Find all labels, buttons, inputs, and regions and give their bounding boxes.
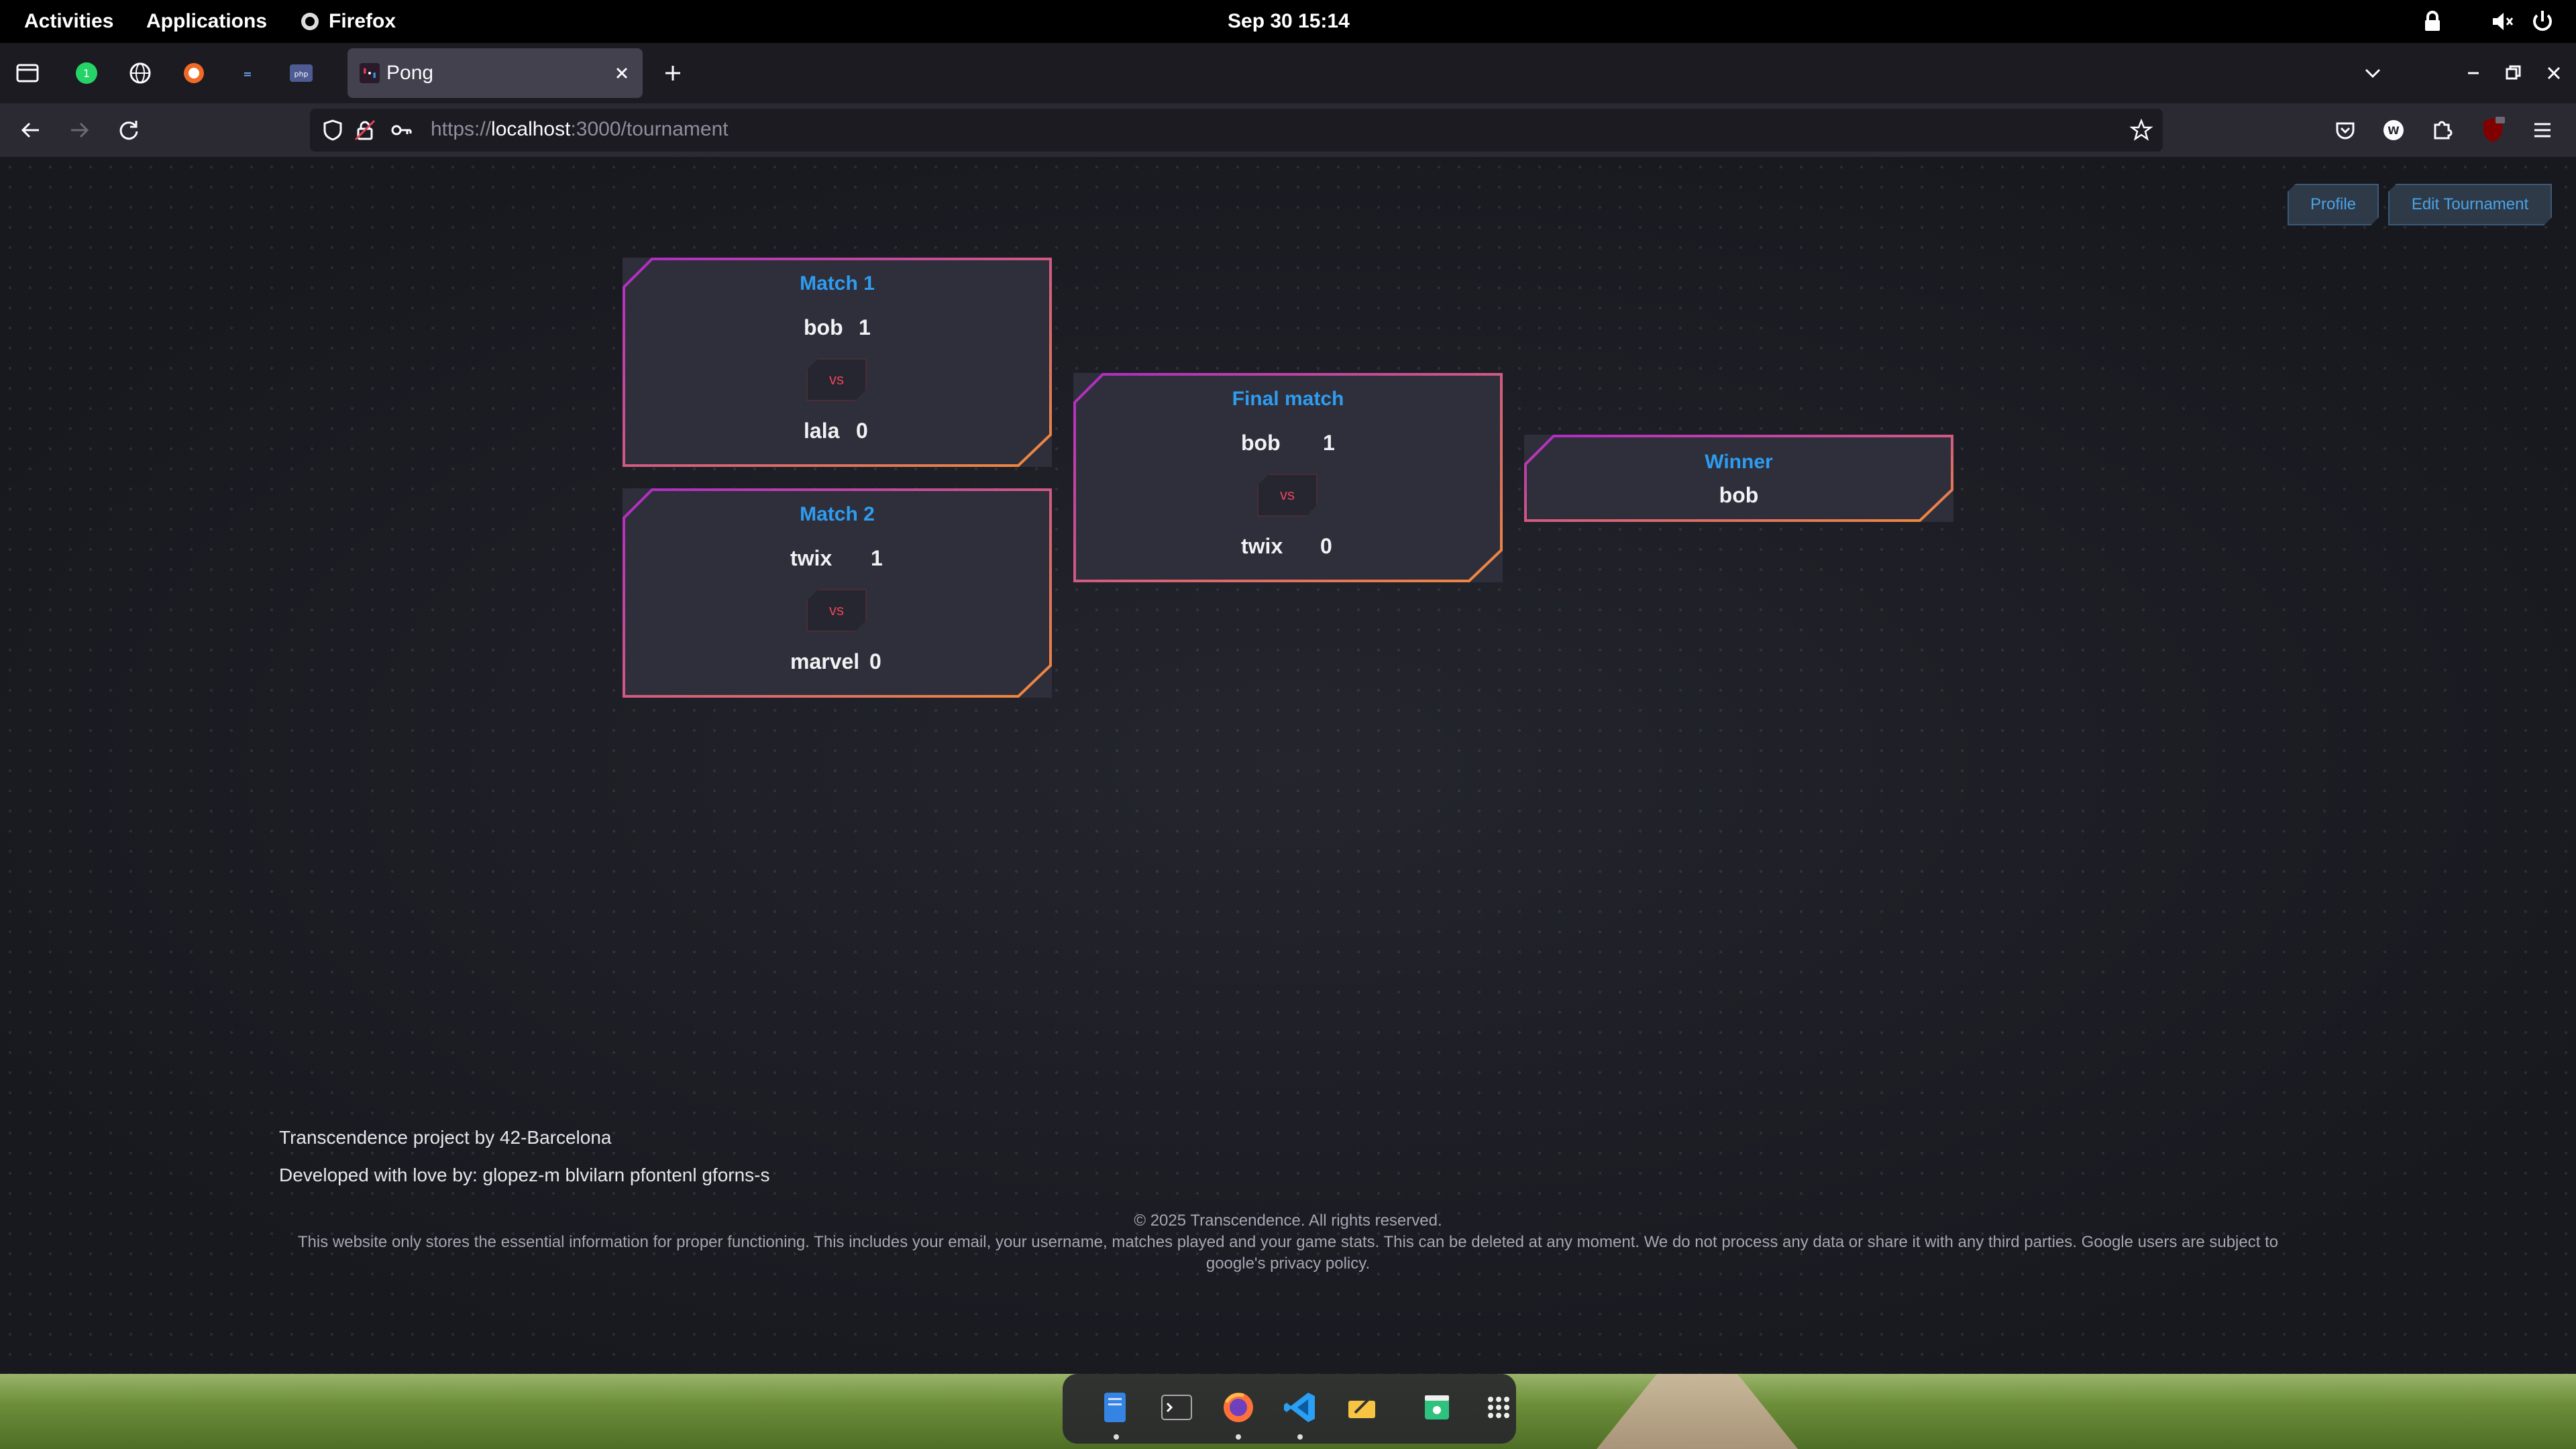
footer-privacy-line-2[interactable]: google's privacy policy. xyxy=(295,1253,2281,1275)
hamburger-menu-icon[interactable] xyxy=(2526,114,2559,146)
final-player-1-score: 1 xyxy=(1323,431,1335,455)
firefox-running-dot xyxy=(1236,1434,1241,1440)
match-2-player-1-score: 1 xyxy=(871,546,883,570)
app-menu-firefox[interactable]: Firefox xyxy=(329,0,396,43)
profile-button[interactable]: Profile xyxy=(2288,184,2379,225)
lock-icon[interactable] xyxy=(2419,8,2446,35)
pocket-icon[interactable] xyxy=(2329,114,2361,146)
footer-copyright: © 2025 Transcendence. All rights reserve… xyxy=(1134,1212,1442,1230)
match-1-vs-badge: vs xyxy=(806,358,867,401)
final-match-card: Final match bob 1 vs twix 0 xyxy=(1073,373,1503,582)
power-icon[interactable] xyxy=(2529,8,2556,35)
final-player-2-name: twix xyxy=(1241,534,1283,558)
winner-title: Winner xyxy=(1705,451,1773,473)
match-2-title: Match 2 xyxy=(800,503,875,525)
svg-text:W: W xyxy=(2387,124,2400,137)
final-vs-badge: vs xyxy=(1257,474,1318,517)
pinned-tab-whatsapp-icon[interactable]: 1 xyxy=(70,56,103,90)
close-window-icon[interactable] xyxy=(2537,56,2571,90)
tournament-page: Profile Edit Tournament Match 1 bob 1 vs… xyxy=(0,157,2576,1374)
final-player-1-name: bob xyxy=(1241,431,1281,455)
footer-privacy-line-1: This website only stores the essential i… xyxy=(297,1233,2279,1251)
pinned-tab-globe-icon[interactable] xyxy=(123,56,157,90)
edit-tournament-button[interactable]: Edit Tournament xyxy=(2388,184,2552,225)
extensions-puzzle-icon[interactable] xyxy=(2426,114,2458,146)
match-2-player-1-name: twix xyxy=(790,546,833,570)
firefox-app-icon[interactable] xyxy=(1218,1387,1258,1428)
bookmark-star-icon[interactable] xyxy=(2129,118,2153,142)
forward-arrow-icon[interactable] xyxy=(63,114,95,146)
reload-icon[interactable] xyxy=(113,114,145,146)
pong-favicon-icon xyxy=(360,63,380,83)
back-arrow-icon[interactable] xyxy=(15,114,47,146)
ublock-origin-icon[interactable] xyxy=(2477,114,2509,146)
card-border xyxy=(1524,435,1953,522)
svg-text:1: 1 xyxy=(83,67,90,80)
text-editor-app-icon[interactable] xyxy=(1342,1387,1382,1428)
new-tab-plus-icon[interactable] xyxy=(656,56,690,90)
firefox-view-icon[interactable] xyxy=(11,56,44,90)
files-app-icon[interactable] xyxy=(1095,1387,1135,1428)
winner-name: bob xyxy=(1719,483,1759,507)
url-text[interactable]: https://localhost:3000/tournament xyxy=(431,118,729,141)
match-2-player-2-score: 0 xyxy=(869,649,881,674)
match-1-player-1-name: bob xyxy=(804,315,843,339)
match-1-player-2-name: lala xyxy=(804,419,840,443)
account-w-icon[interactable]: W xyxy=(2377,114,2410,146)
terminal-app-icon[interactable] xyxy=(1157,1387,1197,1428)
navigation-toolbar: https://localhost:3000/tournament W xyxy=(0,103,2576,157)
pinned-tab-brave-icon[interactable] xyxy=(177,56,211,90)
svg-text:php: php xyxy=(294,70,309,78)
firefox-small-icon xyxy=(299,11,321,32)
final-player-2-score: 0 xyxy=(1320,534,1332,558)
dock xyxy=(1063,1374,1516,1444)
software-store-app-icon[interactable] xyxy=(1417,1387,1457,1428)
footer-project-text: Transcendence project by 42-Barcelona xyxy=(279,1127,612,1148)
pinned-tab-php-icon[interactable]: php xyxy=(284,56,318,90)
volume-muted-icon[interactable] xyxy=(2489,8,2516,35)
footer-developers-text: Developed with love by: glopez-m blvilar… xyxy=(279,1165,770,1185)
tracking-shield-icon[interactable] xyxy=(321,118,345,142)
files-running-dot xyxy=(1114,1434,1119,1440)
match-2-player-2-name: marvel xyxy=(790,649,860,674)
vscode-running-dot xyxy=(1297,1434,1303,1440)
key-permissions-icon[interactable] xyxy=(389,118,413,142)
match-2-card: Match 2 twix 1 vs marvel 0 xyxy=(623,488,1052,698)
activities-button[interactable]: Activities xyxy=(24,0,113,43)
match-1-player-1-score: 1 xyxy=(859,315,871,339)
winner-card: Winner bob xyxy=(1524,435,1953,522)
pinned-tab-intra-icon[interactable]: = xyxy=(231,56,264,90)
minimize-window-icon[interactable] xyxy=(2457,56,2490,90)
restore-window-icon[interactable] xyxy=(2497,56,2530,90)
vscode-app-icon[interactable] xyxy=(1280,1387,1320,1428)
firefox-tab-strip: 1 = php Pong xyxy=(0,43,2576,103)
tab-pong[interactable]: Pong xyxy=(347,48,643,98)
match-1-player-2-score: 0 xyxy=(856,419,868,443)
wallpaper-path xyxy=(1597,1374,1798,1449)
url-bar[interactable]: https://localhost:3000/tournament xyxy=(310,109,2163,152)
tab-title: Pong xyxy=(386,62,434,84)
match-1-title: Match 1 xyxy=(800,272,875,294)
list-all-tabs-chevron-icon[interactable] xyxy=(2356,56,2390,90)
final-match-title: Final match xyxy=(1232,388,1344,410)
applications-menu[interactable]: Applications xyxy=(146,0,267,43)
gnome-top-bar: Activities Applications Firefox Sep 30 1… xyxy=(0,0,2576,43)
match-2-vs-badge: vs xyxy=(806,589,867,632)
tab-close-icon[interactable] xyxy=(610,62,633,85)
svg-text:=: = xyxy=(243,68,252,80)
clock[interactable]: Sep 30 15:14 xyxy=(1228,0,1350,43)
insecure-lock-icon[interactable] xyxy=(353,118,377,142)
show-apps-grid-icon[interactable] xyxy=(1479,1387,1519,1428)
match-1-card: Match 1 bob 1 vs lala 0 xyxy=(623,258,1052,467)
